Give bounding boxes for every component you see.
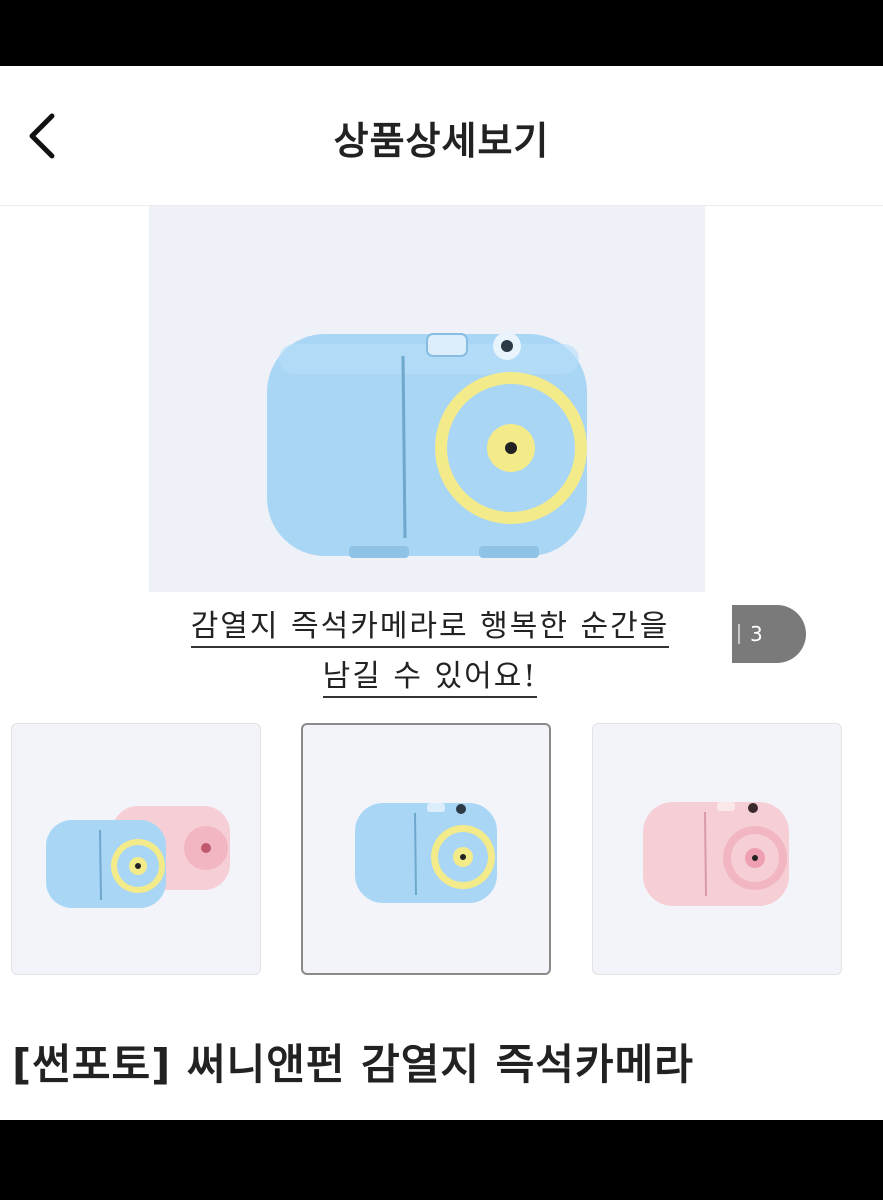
header: 상품상세보기 bbox=[0, 66, 883, 206]
product-title: [썬포토] 써니앤펀 감열지 즉석카메라 bbox=[12, 1040, 694, 1089]
page-number: 3 bbox=[750, 622, 763, 646]
caption-line-1: 감열지 즉석카메라로 행복한 순간을 bbox=[190, 609, 670, 648]
caption-line-2: 남길 수 있어요! bbox=[322, 659, 538, 698]
indicator-separator bbox=[738, 624, 740, 644]
image-page-indicator: 3 bbox=[732, 605, 806, 663]
blue-camera-image bbox=[149, 206, 705, 592]
pink-camera-image bbox=[643, 802, 789, 906]
thumbnail-pink[interactable] bbox=[592, 723, 842, 975]
product-detail-screen: 상품상세보기 감열지 즉석카메라로 행복한 순간을 남길 수 있어요! 3 [썬… bbox=[0, 66, 883, 1120]
thumbnail-list bbox=[0, 723, 883, 979]
thumbnail-blue-and-pink[interactable] bbox=[11, 723, 261, 975]
thumbnail-blue[interactable] bbox=[301, 723, 551, 975]
blue-and-pink-cameras-image bbox=[46, 806, 230, 908]
image-caption: 감열지 즉석카메라로 행복한 순간을 남길 수 있어요! bbox=[130, 602, 730, 702]
page-title: 상품상세보기 bbox=[333, 119, 550, 163]
blue-camera-thumb-image bbox=[355, 803, 497, 903]
status-bar-area bbox=[0, 0, 883, 66]
navigation-bar-area bbox=[0, 1120, 883, 1200]
product-main-image[interactable] bbox=[149, 206, 705, 592]
